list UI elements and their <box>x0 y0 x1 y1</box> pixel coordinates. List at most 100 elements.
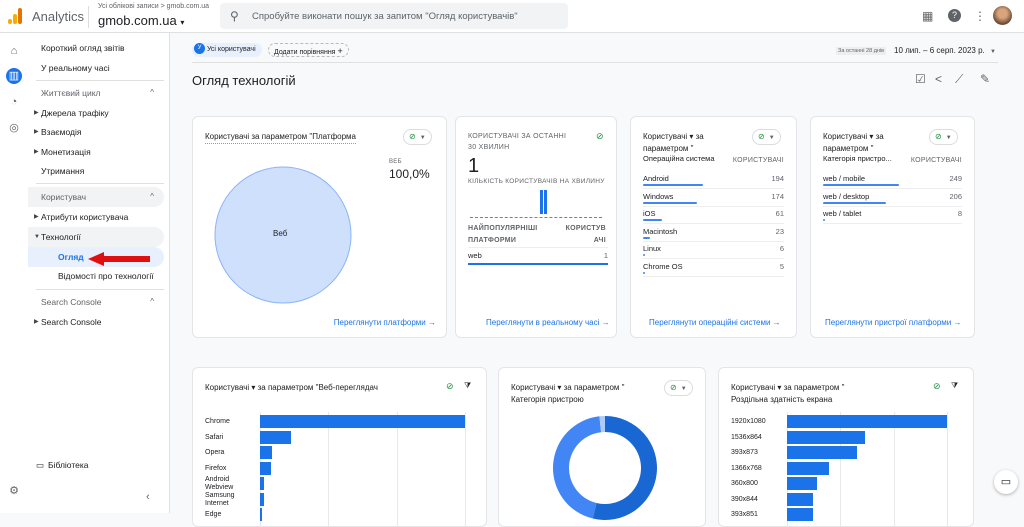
view-realtime-link[interactable]: Переглянути в реальному часі → <box>486 318 610 327</box>
collapse-chevron-icon[interactable]: ‹ <box>146 491 150 503</box>
reports-icon[interactable]: ▥ <box>6 68 22 84</box>
property-selector[interactable]: gmob.com.ua ▾ <box>98 13 184 28</box>
bar-label: 1536x864 <box>731 433 762 441</box>
check-circle-icon[interactable]: ⊘ <box>596 131 604 142</box>
card-title: Користувачі ▾ за параметром " Роздільна з… <box>731 382 844 406</box>
title-line: КОРИСТУВАЧІ ЗА ОСТАННІ <box>468 133 567 140</box>
bar[interactable] <box>787 430 866 444</box>
sidebar-item-library[interactable]: ▭ Бібліотека <box>28 455 164 475</box>
item-label: Search Console <box>41 317 102 327</box>
bar[interactable] <box>787 446 858 459</box>
sidebar-item-search-console[interactable]: ▶ Search Console <box>28 312 164 332</box>
add-comparison-button[interactable]: Додати порівняння + <box>268 43 349 57</box>
table-row[interactable]: iOS 61 <box>643 206 784 224</box>
card-options-button[interactable]: ⊘ ▼ <box>752 129 781 145</box>
sidebar-item-tech[interactable]: ▼ Технології <box>28 227 164 247</box>
item-label: Атрибути користувача <box>41 212 129 222</box>
filter-icon[interactable]: ⧩ <box>464 381 471 391</box>
apps-grid-icon[interactable]: ▦ <box>922 9 933 23</box>
card-options-button[interactable]: ⊘ ▼ <box>403 129 432 145</box>
bar[interactable] <box>787 492 813 506</box>
chevron-up-icon: ^ <box>150 297 154 306</box>
sidebar-item-user-attributes[interactable]: ▶ Атрибути користувача <box>28 207 164 227</box>
title-line: Категорія пристрою <box>511 395 584 404</box>
check-circle-icon[interactable]: ⊘ <box>933 381 941 392</box>
bar[interactable] <box>260 446 273 459</box>
breadcrumb[interactable]: Усі облікові записи > gmob.com.ua <box>98 3 209 10</box>
item-label: Джерела трафіку <box>41 108 109 118</box>
table-row[interactable]: Linux 6 <box>643 241 784 259</box>
more-vert-icon[interactable]: ⋮ <box>974 9 986 23</box>
bar[interactable] <box>260 415 465 428</box>
sidebar-section-lifecycle[interactable]: Життєвий цикл ^ <box>28 83 164 103</box>
bar-label: 360x800 <box>731 480 758 487</box>
bar[interactable] <box>260 461 272 475</box>
row-name: Linux <box>643 244 661 253</box>
bar[interactable] <box>787 477 818 490</box>
view-os-link[interactable]: Переглянути операційні системи → <box>649 318 781 327</box>
help-icon[interactable]: ? <box>948 9 961 22</box>
bar[interactable] <box>787 461 829 475</box>
sidebar-item-monetization[interactable]: ▶ Монетизація <box>28 142 164 162</box>
check-circle-icon[interactable]: ⊘ <box>446 381 454 392</box>
bar[interactable] <box>260 508 263 521</box>
sidebar-item-traffic[interactable]: ▶ Джерела трафіку <box>28 103 164 123</box>
table-row[interactable]: web 1 <box>468 247 608 265</box>
search-input[interactable]: ⚲ Спробуйте виконати пошук за запитом "Ог… <box>220 3 568 29</box>
sidebar-item-retention[interactable]: Утримання <box>28 161 164 181</box>
row-value: 194 <box>771 174 784 183</box>
sidebar-item-reports-snapshot[interactable]: Короткий огляд звітів <box>28 38 164 58</box>
row-bar <box>643 271 645 274</box>
pie-slice-label: Веб <box>273 229 288 238</box>
caret-right-icon: ▶ <box>34 149 39 155</box>
realtime-value: 1 <box>468 155 480 177</box>
edit-pencil-icon[interactable]: ✎ <box>980 72 990 86</box>
segment-chip[interactable]: У Усі користувачі <box>192 42 262 57</box>
card-options-button[interactable]: ⊘ ▼ <box>929 129 958 145</box>
table-row[interactable]: web / desktop 206 <box>823 189 962 207</box>
customize-report-icon[interactable]: ☑ <box>915 72 926 86</box>
card-options-button[interactable]: ⊘ ▼ <box>664 380 693 396</box>
app-name: Analytics <box>32 9 85 24</box>
filter-icon[interactable]: ⧩ <box>951 381 958 391</box>
row-value: 1 <box>603 251 608 260</box>
table-row[interactable]: Android 194 <box>643 171 784 189</box>
insights-icon[interactable]: ⟋ <box>955 72 963 87</box>
feedback-button[interactable]: ▭ <box>994 470 1018 494</box>
view-devices-link[interactable]: Переглянути пристрої платформи → <box>825 318 962 327</box>
row-name: Chrome OS <box>643 261 683 271</box>
device-category-donut-card: Користувачі ▾ за параметром " Категорія п… <box>498 367 706 527</box>
bar[interactable] <box>260 477 265 490</box>
table-row[interactable]: Macintosh 23 <box>643 224 784 242</box>
bar[interactable] <box>787 508 813 521</box>
card-title: Користувачі за параметром "Платформа <box>205 131 356 144</box>
date-range-picker[interactable]: 10 лип. – 6 серп. 2023 р. ▼ <box>894 46 996 55</box>
bar[interactable] <box>787 415 947 428</box>
sidebar-section-user[interactable]: Користувач ^ <box>28 187 164 207</box>
sidebar-item-tech-details[interactable]: Відомості про технології <box>28 266 164 286</box>
explore-icon[interactable]: ◔ <box>6 94 22 110</box>
table-row[interactable]: web / tablet 8 <box>823 206 962 224</box>
bar[interactable] <box>260 492 265 506</box>
sidebar-item-realtime[interactable]: У реальному часі <box>28 58 164 78</box>
home-icon[interactable]: ⌂ <box>6 43 22 59</box>
bar[interactable] <box>260 430 291 444</box>
title-line: Роздільна здатність екрана <box>731 395 833 404</box>
title-line: Користувачі ▾ за параметром " <box>731 383 845 392</box>
table-row[interactable]: Windows 174 <box>643 189 784 207</box>
advertising-icon[interactable]: ◎ <box>6 120 22 136</box>
row-bar <box>643 236 651 239</box>
sidebar-section-search-console[interactable]: Search Console ^ <box>28 292 164 312</box>
table-row[interactable]: web / mobile 249 <box>823 171 962 189</box>
share-icon[interactable]: < <box>935 72 942 86</box>
avatar[interactable] <box>993 6 1012 25</box>
settings-gear-icon[interactable]: ⚙ <box>6 483 22 499</box>
view-platforms-link[interactable]: Переглянути платформи → <box>334 318 436 327</box>
donut-slice[interactable] <box>553 416 602 519</box>
bar-label: Samsung Internet <box>205 491 235 507</box>
row-name: Windows <box>643 191 674 201</box>
page-title: Огляд технологій <box>192 73 296 88</box>
caret-right-icon: ▶ <box>34 214 39 220</box>
sidebar-item-engagement[interactable]: ▶ Взаємодія <box>28 122 164 142</box>
table-row[interactable]: Chrome OS 5 <box>643 259 784 277</box>
